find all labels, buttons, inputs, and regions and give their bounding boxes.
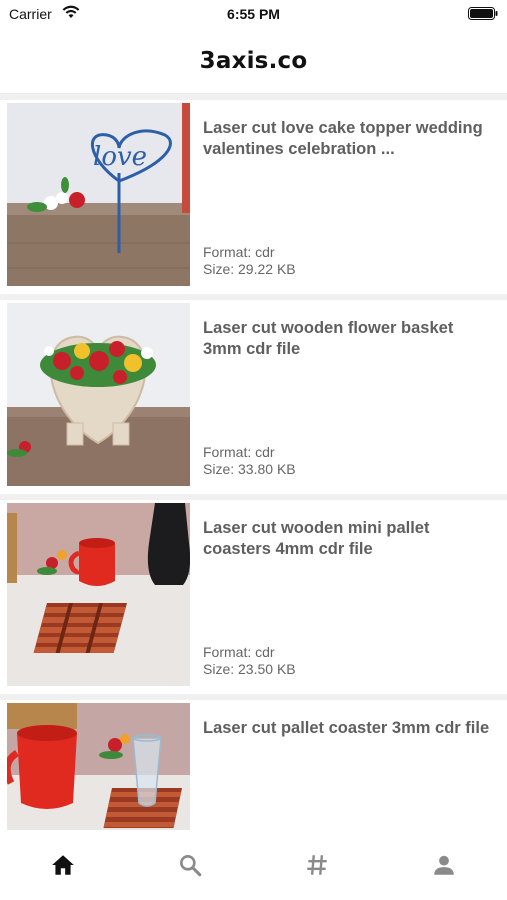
home-icon xyxy=(52,855,75,875)
page-title: 3axis.co xyxy=(199,47,308,74)
product-title[interactable]: Laser cut wooden mini pallet coasters 4m… xyxy=(203,518,493,560)
product-info: Laser cut pallet coaster 3mm cdr file xyxy=(203,718,493,830)
list-item[interactable]: Laser cut wooden mini pallet coasters 4m… xyxy=(0,500,507,694)
svg-text:love: love xyxy=(93,142,147,172)
product-title[interactable]: Laser cut love cake topper wedding valen… xyxy=(203,118,493,160)
status-bar: Carrier 6:55 PM xyxy=(0,0,507,28)
product-meta: Format: cdr Size: 23.50 KB xyxy=(203,644,296,678)
product-thumbnail[interactable]: love xyxy=(7,103,190,286)
pallet-coasters-image xyxy=(7,503,190,686)
tab-profile[interactable] xyxy=(380,830,507,900)
app-header: 3axis.co xyxy=(0,28,507,94)
product-size: Size: 33.80 KB xyxy=(203,461,296,477)
profile-icon xyxy=(433,855,454,875)
product-thumbnail[interactable] xyxy=(7,703,190,830)
list-item[interactable]: Laser cut pallet coaster 3mm cdr file xyxy=(0,700,507,830)
cake-topper-image: love xyxy=(7,103,190,286)
pallet-coaster-image xyxy=(7,703,190,830)
product-thumbnail[interactable] xyxy=(7,303,190,486)
search-icon xyxy=(180,855,202,877)
product-list[interactable]: love Laser cut love cake topper wedding … xyxy=(0,94,507,830)
product-thumbnail[interactable] xyxy=(7,503,190,686)
product-format: Format: cdr xyxy=(203,444,275,460)
battery-icon xyxy=(468,7,498,20)
list-item[interactable]: love Laser cut love cake topper wedding … xyxy=(0,100,507,294)
flower-basket-image xyxy=(7,303,190,486)
product-meta: Format: cdr Size: 29.22 KB xyxy=(203,244,296,278)
tab-search[interactable] xyxy=(127,830,254,900)
bottom-tab-bar xyxy=(0,830,507,900)
product-meta: Format: cdr Size: 33.80 KB xyxy=(203,444,296,478)
clock: 6:55 PM xyxy=(227,6,280,22)
product-info: Laser cut wooden flower basket 3mm cdr f… xyxy=(203,318,493,484)
product-format: Format: cdr xyxy=(203,244,275,260)
tab-tags[interactable] xyxy=(254,830,381,900)
product-info: Laser cut love cake topper wedding valen… xyxy=(203,118,493,284)
list-item[interactable]: Laser cut wooden flower basket 3mm cdr f… xyxy=(0,300,507,494)
product-format: Format: cdr xyxy=(203,644,275,660)
product-size: Size: 23.50 KB xyxy=(203,661,296,677)
hashtag-icon xyxy=(307,855,327,875)
tab-home[interactable] xyxy=(0,830,127,900)
product-title[interactable]: Laser cut wooden flower basket 3mm cdr f… xyxy=(203,318,493,360)
product-title[interactable]: Laser cut pallet coaster 3mm cdr file xyxy=(203,718,493,739)
product-size: Size: 29.22 KB xyxy=(203,261,296,277)
product-info: Laser cut wooden mini pallet coasters 4m… xyxy=(203,518,493,684)
